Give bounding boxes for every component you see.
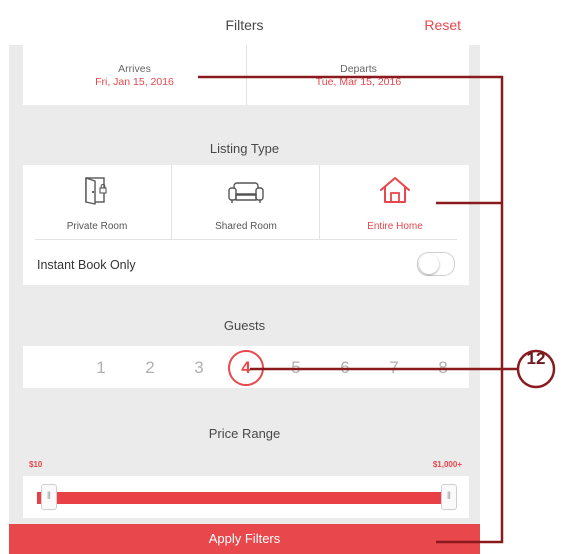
callout-line-top bbox=[198, 75, 504, 544]
callout-number: 12 bbox=[526, 349, 546, 368]
callout-lines bbox=[198, 75, 556, 544]
